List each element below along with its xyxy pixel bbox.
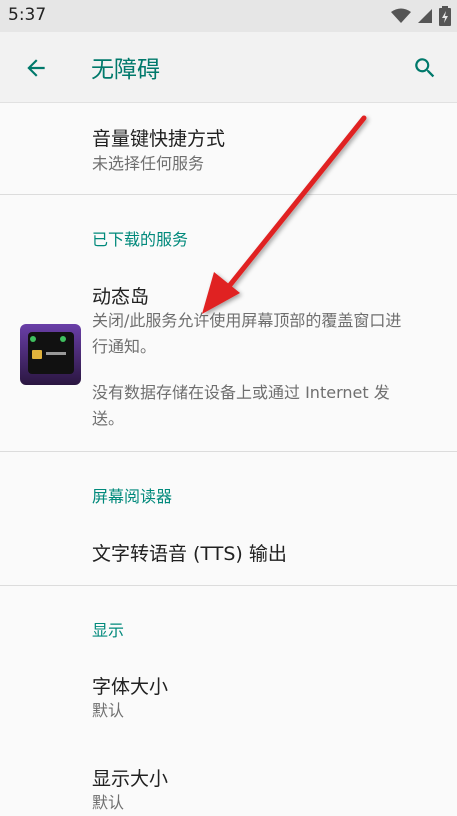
page-title: 无障碍	[91, 57, 160, 83]
display-size-title: 显示大小	[92, 768, 169, 790]
section-header-downloaded-services: 已下载的服务	[92, 230, 189, 249]
font-size-item[interactable]: 字体大小 默认	[0, 652, 457, 742]
dynamic-island-app-icon	[20, 324, 81, 385]
section-header-display: 显示	[92, 621, 125, 640]
status-time: 5:37	[8, 5, 47, 25]
font-size-title: 字体大小	[92, 676, 169, 698]
divider	[0, 194, 457, 195]
divider	[0, 585, 457, 586]
volume-shortcut-title: 音量键快捷方式	[92, 128, 226, 150]
dynamic-island-summary-line2: 行通知。	[92, 337, 157, 356]
volume-shortcut-item[interactable]: 音量键快捷方式 未选择任何服务	[0, 103, 457, 194]
back-button[interactable]	[18, 50, 54, 86]
volume-shortcut-summary: 未选择任何服务	[92, 154, 205, 173]
status-bar: 5:37	[0, 0, 457, 32]
battery-charging-icon	[439, 6, 451, 26]
font-size-summary: 默认	[92, 701, 125, 720]
dynamic-island-summary-line1: 关闭/此服务允许使用屏幕顶部的覆盖窗口进	[92, 311, 402, 330]
search-icon	[415, 58, 435, 78]
arrow-back-icon	[27, 59, 45, 77]
dynamic-island-note-line1: 没有数据存储在设备上或通过 Internet 发	[92, 383, 390, 402]
dynamic-island-note-line2: 送。	[92, 409, 125, 428]
tts-output-title: 文字转语音 (TTS) 输出	[92, 543, 287, 565]
status-icons	[391, 6, 451, 26]
section-header-screen-readers: 屏幕阅读器	[92, 487, 173, 506]
divider	[0, 451, 457, 452]
app-bar: 无障碍	[0, 32, 457, 103]
display-size-summary: 默认	[92, 793, 125, 812]
signal-icon	[418, 9, 432, 23]
display-size-item[interactable]: 显示大小 默认	[0, 744, 457, 814]
wifi-icon	[391, 8, 411, 23]
dynamic-island-title: 动态岛	[92, 286, 150, 308]
tts-output-item[interactable]: 文字转语音 (TTS) 输出	[0, 518, 457, 584]
search-button[interactable]	[407, 50, 443, 86]
